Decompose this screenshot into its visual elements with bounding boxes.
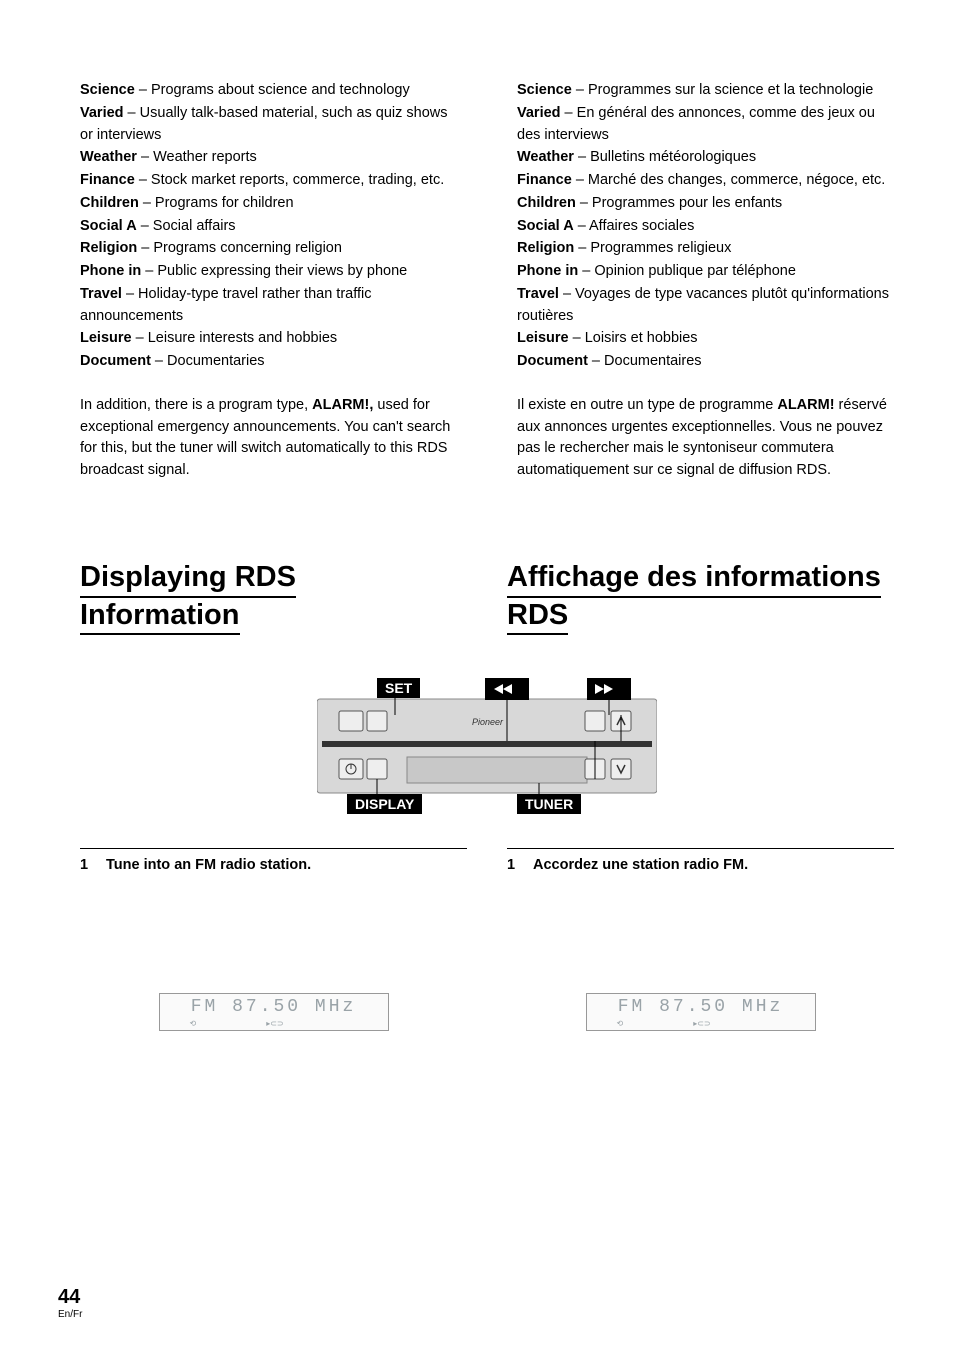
- term-desc: – Voyages de type vacances plutôt qu'inf…: [517, 286, 889, 324]
- page-footer: 44 En/Fr: [58, 1286, 82, 1320]
- term-desc: – Programs about science and technology: [135, 82, 410, 98]
- term-desc: – Documentaires: [588, 353, 702, 369]
- step-text: Tune into an FM radio station.: [106, 857, 311, 873]
- term-desc: – Leisure interests and hobbies: [132, 330, 338, 346]
- term: Phone in: [80, 263, 141, 279]
- label-display: DISPLAY: [347, 794, 422, 814]
- term: Science: [517, 82, 572, 98]
- heading-line2: RDS: [507, 598, 568, 636]
- term: Religion: [80, 240, 137, 256]
- term: Religion: [517, 240, 574, 256]
- term-desc: – Marché des changes, commerce, négoce, …: [572, 172, 886, 188]
- term: Document: [80, 353, 151, 369]
- step-number: 1: [80, 857, 106, 873]
- column-english: Science – Programs about science and tec…: [80, 80, 457, 482]
- lcd-icon-timer: ⟲: [190, 1019, 197, 1028]
- term: Finance: [517, 172, 572, 188]
- label-next-icon: [587, 678, 631, 700]
- column-french: Science – Programmes sur la science et l…: [517, 80, 894, 482]
- remote-svg: Pioneer: [317, 681, 657, 811]
- label-tuner: TUNER: [517, 794, 581, 814]
- lcd-icon-timer: ⟲: [617, 1019, 624, 1028]
- term: Children: [80, 195, 139, 211]
- term-desc: – Stock market reports, commerce, tradin…: [135, 172, 444, 188]
- alarm-word: ALARM!: [777, 397, 834, 413]
- term-desc: – Public expressing their views by phone: [141, 263, 407, 279]
- term: Weather: [80, 149, 137, 165]
- alarm-word: ALARM!,: [312, 397, 373, 413]
- lcd-icon-play: ▸⊂⊃: [693, 1019, 710, 1028]
- step-french: 1 Accordez une station radio FM.: [507, 848, 894, 873]
- term: Phone in: [517, 263, 578, 279]
- term-desc: – Documentaries: [151, 353, 265, 369]
- term-desc: – Programs concerning religion: [137, 240, 342, 256]
- term: Social A: [517, 218, 574, 234]
- lcd-display-right: FM 87.50 MHz ⟲ ▸⊂⊃: [586, 993, 816, 1031]
- term-desc: – Opinion publique par téléphone: [578, 263, 796, 279]
- term: Weather: [517, 149, 574, 165]
- term-desc: – Usually talk-based material, such as q…: [80, 105, 448, 143]
- heading-line2: Information: [80, 598, 240, 636]
- term-desc: – En général des annonces, comme des jeu…: [517, 105, 875, 143]
- term: Travel: [80, 286, 122, 302]
- svg-text:Pioneer: Pioneer: [472, 717, 504, 727]
- term: Finance: [80, 172, 135, 188]
- step-number: 1: [507, 857, 533, 873]
- steps-row: 1 Tune into an FM radio station. 1 Accor…: [80, 847, 894, 873]
- term-desc: – Bulletins météorologiques: [574, 149, 756, 165]
- term: Science: [80, 82, 135, 98]
- term-desc: – Social affairs: [137, 218, 236, 234]
- term: Varied: [517, 105, 561, 121]
- term: Leisure: [517, 330, 569, 346]
- alarm-pre: In addition, there is a program type,: [80, 397, 312, 413]
- lcd-main-text: FM 87.50 MHz: [160, 994, 388, 1017]
- heading-line1: Displaying RDS: [80, 560, 296, 598]
- heading-line1: Affichage des informations: [507, 560, 881, 598]
- term: Document: [517, 353, 588, 369]
- term: Children: [517, 195, 576, 211]
- alarm-pre: Il existe en outre un type de programme: [517, 397, 777, 413]
- term-desc: – Holiday-type travel rather than traffi…: [80, 286, 372, 324]
- term: Varied: [80, 105, 124, 121]
- term-desc: – Loisirs et hobbies: [569, 330, 698, 346]
- step-english: 1 Tune into an FM radio station.: [80, 848, 467, 873]
- term-desc: – Programmes religieux: [574, 240, 731, 256]
- alarm-paragraph: Il existe en outre un type de programme …: [517, 395, 894, 482]
- remote-diagram: SET DISPLAY TUNER Pioneer: [80, 681, 894, 811]
- term-desc: – Affaires sociales: [574, 218, 695, 234]
- heading-french: Affichage des informations RDS: [507, 560, 894, 636]
- term: Leisure: [80, 330, 132, 346]
- lcd-display-left: FM 87.50 MHz ⟲ ▸⊂⊃: [159, 993, 389, 1031]
- page-lang: En/Fr: [58, 1309, 82, 1320]
- label-set: SET: [377, 678, 420, 698]
- genre-columns: Science – Programs about science and tec…: [80, 80, 894, 482]
- heading-english: Displaying RDS Information: [80, 560, 467, 636]
- lcd-main-text: FM 87.50 MHz: [587, 994, 815, 1017]
- term: Social A: [80, 218, 137, 234]
- term-desc: – Weather reports: [137, 149, 257, 165]
- lcd-row: FM 87.50 MHz ⟲ ▸⊂⊃ FM 87.50 MHz ⟲ ▸⊂⊃: [80, 993, 894, 1031]
- section-headings: Displaying RDS Information Affichage des…: [80, 560, 894, 636]
- term-desc: – Programmes sur la science et la techno…: [572, 82, 873, 98]
- label-prev-icon: [485, 678, 529, 700]
- term: Travel: [517, 286, 559, 302]
- lcd-icon-play: ▸⊂⊃: [266, 1019, 283, 1028]
- term-desc: – Programmes pour les enfants: [576, 195, 782, 211]
- term-desc: – Programs for children: [139, 195, 294, 211]
- page-number: 44: [58, 1286, 82, 1309]
- step-text: Accordez une station radio FM.: [533, 857, 748, 873]
- alarm-paragraph: In addition, there is a program type, AL…: [80, 395, 457, 482]
